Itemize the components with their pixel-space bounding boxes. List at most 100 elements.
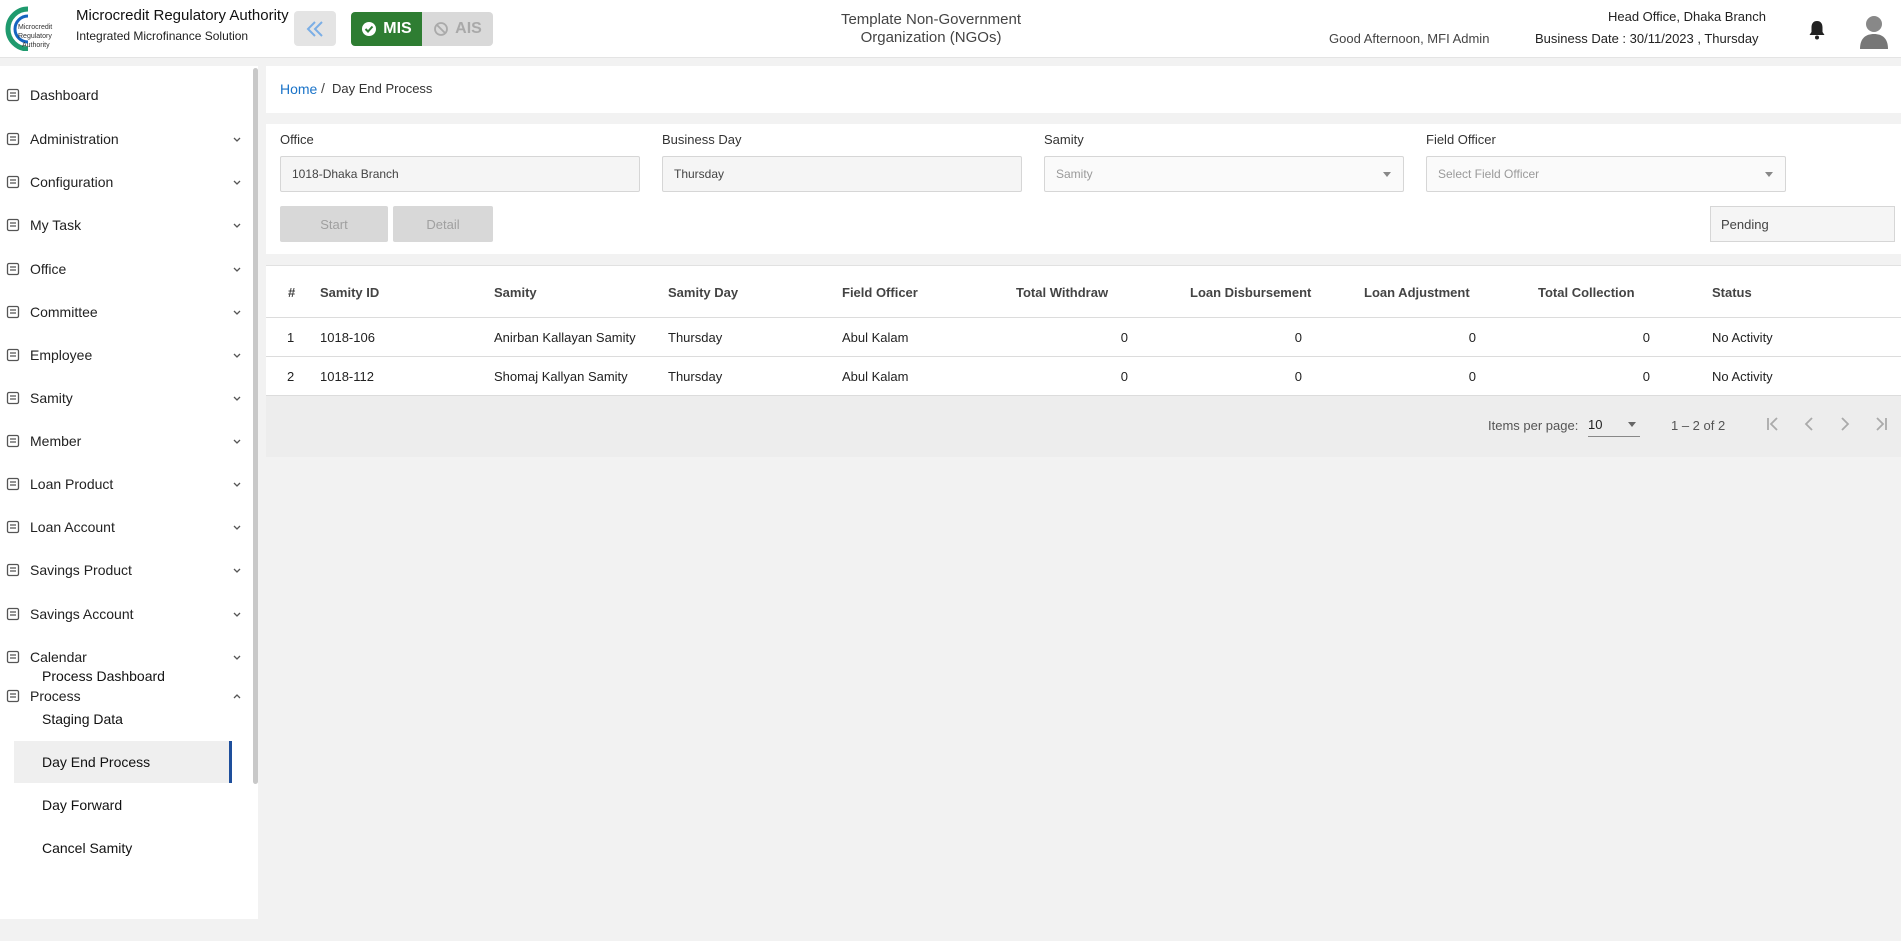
savings-account-icon — [6, 607, 20, 621]
field-officer-label: Field Officer — [1426, 132, 1496, 147]
chevron-down-icon — [233, 612, 241, 617]
table-cell: No Activity — [1712, 369, 1773, 384]
sidebar-subitem-process-dashboard[interactable]: Process Dashboard — [14, 655, 232, 697]
app-header: Microcredit Regulatory Authority Microcr… — [0, 0, 1901, 58]
business-day-field[interactable]: Thursday — [662, 156, 1022, 192]
committee-icon — [6, 305, 20, 319]
sidebar-item-administration[interactable]: Administration — [0, 119, 248, 159]
sidebar-subitem-cancel-samity[interactable]: Cancel Samity — [14, 827, 232, 869]
sidebar-item-savings-product[interactable]: Savings Product — [0, 550, 248, 590]
sidebar-item-member[interactable]: Member — [0, 421, 248, 461]
chevron-down-icon — [233, 439, 241, 444]
sidebar-item-loan-account[interactable]: Loan Account — [0, 507, 248, 547]
table-cell: 1 — [287, 330, 295, 345]
collapse-sidebar-button[interactable] — [294, 11, 336, 46]
sidebar-item-label: Savings Account — [30, 606, 134, 622]
sidebar-item-my-task[interactable]: My Task — [0, 205, 248, 245]
start-button[interactable]: Start — [280, 206, 388, 242]
chevron-down-icon — [233, 267, 241, 272]
member-icon — [6, 434, 20, 448]
table-cell: No Activity — [1712, 330, 1773, 345]
column-header[interactable]: Field Officer — [842, 285, 918, 300]
mode-ais-label: AIS — [455, 20, 482, 37]
sidebar-item-employee[interactable]: Employee — [0, 335, 248, 375]
table-row[interactable]: 2 1018-112 Shomaj Kallyan Samity Thursday Ab… — [266, 357, 1901, 396]
dashboard-icon — [6, 88, 20, 102]
office-label: Office — [280, 132, 314, 147]
table-cell: 0 — [1642, 330, 1650, 345]
column-header[interactable]: Total Collection — [1538, 285, 1635, 300]
sidebar-subitem-label: Cancel Samity — [42, 840, 133, 856]
first-page-icon[interactable] — [1763, 414, 1783, 434]
items-per-page-label: Items per page: — [1488, 418, 1579, 433]
sidebar-item-label: Samity — [30, 390, 73, 406]
mode-mis-button[interactable]: MIS — [351, 12, 422, 46]
bell-icon[interactable] — [1807, 19, 1827, 41]
column-header[interactable]: # — [288, 285, 295, 300]
sidebar-subitem-staging-data[interactable]: Staging Data — [14, 698, 232, 740]
sidebar-subitem-label: Day End Process — [42, 754, 151, 770]
previous-page-icon[interactable] — [1799, 414, 1819, 434]
column-header[interactable]: Samity ID — [320, 285, 379, 300]
table-cell: Abul Kalam — [842, 330, 909, 345]
sidebar-scrollbar[interactable] — [253, 68, 258, 784]
sidebar-item-label: Dashboard — [30, 87, 99, 103]
column-header[interactable]: Samity Day — [668, 285, 738, 300]
org-title: Template Non-Government Organization (NG… — [820, 11, 1042, 47]
chevron-down-icon — [1628, 422, 1636, 427]
breadcrumb: Home / Day End Process — [266, 66, 1901, 113]
field-officer-placeholder: Select Field Officer — [1438, 167, 1540, 181]
loan-account-icon — [6, 520, 20, 534]
mode-ais-button[interactable]: AIS — [422, 12, 493, 46]
table-cell: 1018-112 — [320, 369, 374, 384]
sidebar-item-committee[interactable]: Committee — [0, 292, 248, 332]
office-field[interactable]: 1018-Dhaka Branch — [280, 156, 640, 192]
status-filter[interactable]: Pending — [1710, 206, 1895, 242]
table-cell: 2 — [287, 369, 295, 384]
sidebar-subitem-day-forward[interactable]: Day Forward — [14, 784, 232, 826]
table-cell: Abul Kalam — [842, 369, 909, 384]
samity-icon — [6, 391, 20, 405]
detail-button[interactable]: Detail — [393, 206, 493, 242]
admin-icon — [6, 132, 20, 146]
sidebar-item-office[interactable]: Office — [0, 249, 248, 289]
table-row[interactable]: 1 1018-106 Anirban Kallayan Samity Thursday… — [266, 318, 1901, 357]
user-avatar-icon[interactable] — [1858, 13, 1890, 49]
breadcrumb-home-link[interactable]: Home — [280, 81, 317, 97]
column-header[interactable]: Samity — [494, 285, 537, 300]
sidebar-item-label: Configuration — [30, 174, 114, 190]
column-header[interactable]: Loan Adjustment — [1364, 285, 1470, 300]
page-size-value: 10 — [1588, 417, 1603, 432]
sidebar-item-label: My Task — [30, 217, 82, 233]
sidebar-item-savings-account[interactable]: Savings Account — [0, 594, 248, 634]
page-size-select[interactable]: 10 — [1588, 413, 1640, 437]
chevron-down-icon — [1383, 172, 1391, 177]
branch-name: Head Office, Dhaka Branch — [1607, 9, 1766, 24]
block-icon — [434, 22, 449, 36]
table-cell: 0 — [1468, 330, 1476, 345]
sidebar-item-configuration[interactable]: Configuration — [0, 162, 248, 202]
mode-toggle: MIS AIS — [351, 12, 493, 46]
samity-select[interactable]: Samity — [1044, 156, 1404, 192]
chevron-down-icon — [233, 568, 241, 573]
sidebar-subitem-day-end-process[interactable]: Day End Process — [14, 741, 232, 783]
sidebar-subitem-label: Day Forward — [42, 797, 123, 813]
last-page-icon[interactable] — [1871, 414, 1891, 434]
table-cell: 0 — [1120, 369, 1128, 384]
table-cell: 0 — [1294, 369, 1302, 384]
sidebar-item-dashboard[interactable]: Dashboard — [0, 75, 248, 115]
table-cell: 0 — [1642, 369, 1650, 384]
logo-text-3: Authority — [22, 42, 50, 49]
field-officer-select[interactable]: Select Field Officer — [1426, 156, 1786, 192]
sidebar-item-samity[interactable]: Samity — [0, 378, 248, 418]
mra-logo[interactable]: Microcredit Regulatory Authority — [4, 5, 70, 51]
sidebar: Dashboard Administration Configuration My T… — [0, 66, 258, 919]
sidebar-item-label: Office — [30, 261, 67, 277]
column-header[interactable]: Status — [1712, 285, 1752, 300]
next-page-icon[interactable] — [1835, 414, 1855, 434]
column-header[interactable]: Total Withdraw — [1016, 285, 1108, 300]
table-cell: Thursday — [668, 330, 723, 345]
sidebar-item-loan-product[interactable]: Loan Product — [0, 464, 248, 504]
column-header[interactable]: Loan Disbursement — [1190, 285, 1311, 300]
sidebar-item-label: Committee — [30, 304, 98, 320]
